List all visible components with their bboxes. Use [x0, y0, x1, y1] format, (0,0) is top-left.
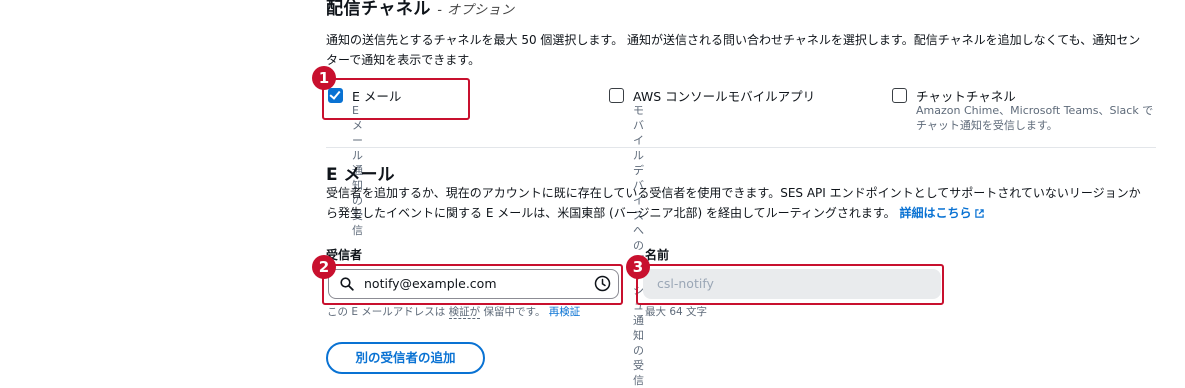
external-link-icon — [974, 209, 984, 218]
details-link-text[interactable]: 詳細はこちら — [900, 206, 972, 220]
checkbox-icon[interactable] — [892, 88, 907, 103]
annotation-badge-3: 3 — [626, 255, 650, 279]
channels-description: 通知の送信先とするチャネルを最大 50 個選択します。 通知が送信される問い合わ… — [326, 33, 1141, 67]
verification-hint: この E メールアドレスは 検証が 保留中です。 再検証 — [327, 304, 580, 319]
checkbox-icon[interactable] — [609, 88, 624, 103]
hint-suffix: 保留中です。 — [483, 306, 546, 318]
chat-channel-sub: Amazon Chime、Microsoft Teams、Slack でチャット… — [916, 104, 1154, 132]
email-section-title: E メール — [326, 165, 395, 185]
annotation-badge-1: 1 — [312, 66, 336, 90]
channels-section-title: 配信チャネル - オプション — [326, 0, 515, 19]
reverify-link[interactable]: 再検証 — [549, 306, 581, 318]
channels-title-text: 配信チャネル — [326, 0, 431, 19]
highlight-box-2 — [322, 264, 623, 305]
add-recipient-button[interactable]: 別の受信者の追加 — [326, 342, 485, 374]
email-description: 受信者を追加するか、現在のアカウントに既に存在している受信者を使用できます。SE… — [326, 183, 1151, 223]
hint-prefix: この E メールアドレスは — [327, 306, 446, 318]
left-navigation-area — [0, 0, 307, 386]
section-divider — [326, 147, 1156, 148]
email-description-text: 受信者を追加するか、現在のアカウントに既に存在している受信者を使用できます。SE… — [326, 186, 1141, 220]
name-max-length-hint: 最大 64 文字 — [645, 306, 708, 318]
highlight-box-3 — [636, 264, 944, 305]
hint-verify-term: 検証が — [448, 306, 481, 319]
mobile-app-channel-sub: モバイルデバイスへのプッシュ通知の受信 — [633, 104, 644, 387]
highlight-box-1 — [322, 78, 470, 120]
optional-label: - オプション — [437, 3, 515, 18]
mobile-app-channel-label: AWS コンソールモバイルアプリ — [633, 89, 816, 104]
annotation-badge-2: 2 — [312, 255, 336, 279]
details-link[interactable]: 詳細はこちら — [900, 206, 984, 220]
